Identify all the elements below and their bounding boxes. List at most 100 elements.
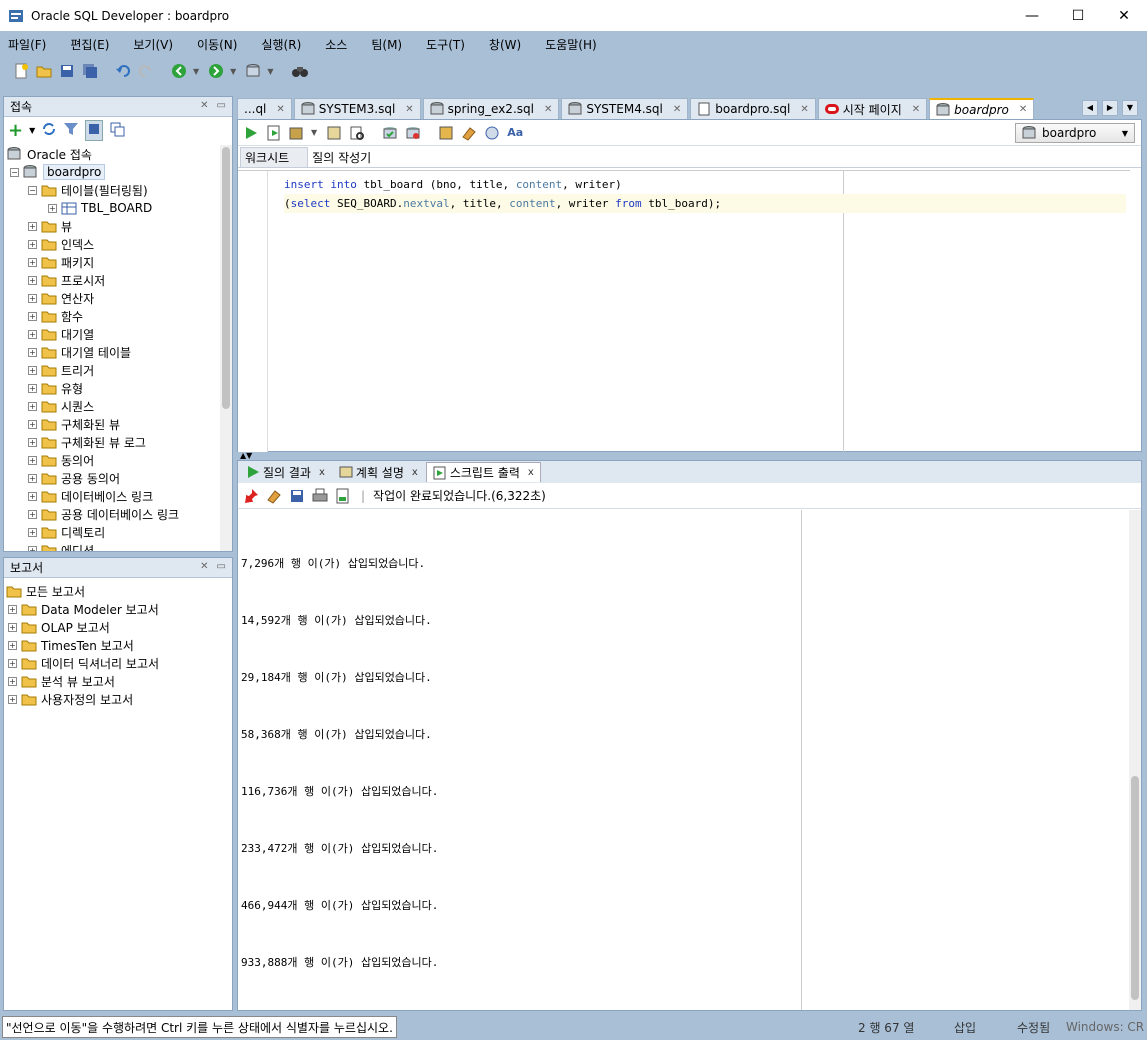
redo-icon[interactable] bbox=[137, 62, 155, 80]
expand-icon[interactable]: + bbox=[48, 203, 57, 213]
code-editor[interactable]: insert into tbl_board (bno, title, conte… bbox=[238, 170, 1130, 452]
open-folder-icon[interactable] bbox=[35, 62, 53, 80]
close-icon[interactable]: ✕ bbox=[673, 104, 681, 115]
collapse-icon[interactable]: − bbox=[10, 167, 19, 177]
tab-query-result[interactable]: 질의 결과 x bbox=[240, 462, 331, 482]
minimize-button[interactable]: — bbox=[1009, 0, 1055, 31]
find-binoculars-icon[interactable] bbox=[291, 62, 309, 80]
tree-node-oracle-connections[interactable]: Oracle 접속 bbox=[4, 145, 220, 163]
tree-node-folder[interactable]: + 시퀀스 bbox=[4, 397, 220, 415]
close-icon[interactable]: ✕ bbox=[912, 104, 920, 115]
expand-icon[interactable]: + bbox=[28, 401, 37, 411]
autotrace-icon[interactable] bbox=[288, 124, 306, 142]
refresh-icon[interactable] bbox=[41, 121, 57, 140]
connections-scrollbar[interactable] bbox=[220, 145, 232, 551]
tab-scroll-left-icon[interactable]: ◀ bbox=[1082, 100, 1098, 116]
tree-node-folder[interactable]: + 데이터베이스 링크 bbox=[4, 487, 220, 505]
menu-run[interactable]: 실행(R) bbox=[257, 34, 305, 55]
save-icon[interactable] bbox=[288, 487, 306, 505]
menu-navigate[interactable]: 이동(N) bbox=[193, 34, 241, 55]
expand-icon[interactable]: + bbox=[28, 455, 37, 465]
sql-history-icon[interactable] bbox=[437, 124, 455, 142]
tree-node-report[interactable]: + 분석 뷰 보고서 bbox=[4, 672, 232, 690]
save-icon[interactable] bbox=[58, 62, 76, 80]
sql-dropdown-icon[interactable]: ▼ bbox=[267, 67, 273, 76]
document-tab[interactable]: SYSTEM4.sql ✕ bbox=[561, 98, 689, 119]
menu-view[interactable]: 보기(V) bbox=[129, 34, 177, 55]
tree-node-folder[interactable]: + 트리거 bbox=[4, 361, 220, 379]
save-all-icon[interactable] bbox=[81, 62, 99, 80]
tree-node-folder[interactable]: + 공용 동의어 bbox=[4, 469, 220, 487]
expand-icon[interactable]: + bbox=[28, 437, 37, 447]
expand-icon[interactable]: + bbox=[28, 293, 37, 303]
expand-icon[interactable]: + bbox=[28, 491, 37, 501]
expand-icon[interactable]: + bbox=[28, 275, 37, 285]
close-icon[interactable]: ✕ bbox=[800, 104, 808, 115]
buffer-size-icon[interactable] bbox=[334, 487, 352, 505]
expand-icon[interactable]: + bbox=[8, 694, 17, 704]
tree-node-folder[interactable]: + 프로시저 bbox=[4, 271, 220, 289]
close-button[interactable]: ✕ bbox=[1101, 0, 1147, 31]
tab-scroll-right-icon[interactable]: ▶ bbox=[1102, 100, 1118, 116]
document-tab[interactable]: ...ql ✕ bbox=[237, 98, 292, 119]
tree-node-tables[interactable]: − 테이블(필터링됨) bbox=[4, 181, 220, 199]
tab-query-builder[interactable]: 질의 작성기 bbox=[308, 147, 389, 167]
tab-list-icon[interactable]: ▼ bbox=[1122, 100, 1138, 116]
autotrace-dropdown-icon[interactable]: ▼ bbox=[311, 128, 317, 137]
back-dropdown-icon[interactable]: ▼ bbox=[193, 67, 199, 76]
tree-node-all-reports[interactable]: 모든 보고서 bbox=[4, 582, 232, 600]
sql-tuning-icon[interactable] bbox=[348, 124, 366, 142]
expand-icon[interactable]: + bbox=[28, 419, 37, 429]
run-script-icon[interactable] bbox=[265, 124, 283, 142]
expand-icon[interactable]: + bbox=[8, 604, 17, 614]
expand-icon[interactable]: + bbox=[28, 221, 37, 231]
collapse-icon[interactable]: − bbox=[28, 185, 37, 195]
close-icon[interactable]: ✕ bbox=[405, 104, 413, 115]
expand-icon[interactable]: + bbox=[8, 622, 17, 632]
tree-node-tbl-board[interactable]: + TBL_BOARD bbox=[4, 199, 220, 217]
tree-node-folder[interactable]: + 동의어 bbox=[4, 451, 220, 469]
tree-node-folder[interactable]: + 공용 데이터베이스 링크 bbox=[4, 505, 220, 523]
run-statement-icon[interactable] bbox=[242, 124, 260, 142]
pin-icon[interactable] bbox=[242, 487, 260, 505]
expand-icon[interactable]: + bbox=[28, 365, 37, 375]
tree-node-folder[interactable]: + 구체화된 뷰 bbox=[4, 415, 220, 433]
tree-node-boardpro[interactable]: − boardpro bbox=[4, 163, 220, 181]
new-file-icon[interactable] bbox=[12, 62, 30, 80]
tree-node-folder[interactable]: + 연산자 bbox=[4, 289, 220, 307]
add-connection-icon[interactable]: + bbox=[8, 120, 23, 141]
expand-icon[interactable]: + bbox=[28, 473, 37, 483]
tree-node-folder[interactable]: + 함수 bbox=[4, 307, 220, 325]
tree-node-folder[interactable]: + 디렉토리 bbox=[4, 523, 220, 541]
tree-node-folder[interactable]: + 인덱스 bbox=[4, 235, 220, 253]
tree-node-report[interactable]: + 사용자정의 보고서 bbox=[4, 690, 232, 708]
explain-plan-icon[interactable] bbox=[325, 124, 343, 142]
panel-minimize-icon[interactable]: ▭ bbox=[217, 561, 226, 572]
panel-close-icon[interactable]: ✕ bbox=[200, 561, 208, 572]
tree-node-folder[interactable]: + 패키지 bbox=[4, 253, 220, 271]
tree-node-report[interactable]: + TimesTen 보고서 bbox=[4, 636, 232, 654]
expand-icon[interactable]: + bbox=[28, 329, 37, 339]
expand-icon[interactable]: + bbox=[8, 640, 17, 650]
tree-node-folder[interactable]: + 에디션 bbox=[4, 541, 220, 551]
panel-close-icon[interactable]: ✕ bbox=[200, 100, 208, 111]
tree-node-report[interactable]: + 데이터 딕셔너리 보고서 bbox=[4, 654, 232, 672]
undo-icon[interactable] bbox=[114, 62, 132, 80]
menu-file[interactable]: 파일(F) bbox=[4, 34, 50, 55]
expand-icon[interactable]: + bbox=[28, 527, 37, 537]
menu-source[interactable]: 소스 bbox=[321, 34, 351, 55]
document-tab[interactable]: SYSTEM3.sql ✕ bbox=[293, 98, 421, 119]
expand-icon[interactable]: + bbox=[28, 239, 37, 249]
expand-icon[interactable]: + bbox=[28, 257, 37, 267]
menu-edit[interactable]: 편집(E) bbox=[66, 34, 113, 55]
expand-icon[interactable]: + bbox=[28, 347, 37, 357]
expand-icon[interactable]: + bbox=[8, 676, 17, 686]
expand-icon[interactable]: + bbox=[28, 311, 37, 321]
expand-icon[interactable]: + bbox=[8, 658, 17, 668]
back-icon[interactable] bbox=[170, 62, 188, 80]
document-tab[interactable]: boardpro ✕ bbox=[929, 98, 1035, 119]
forward-dropdown-icon[interactable]: ▼ bbox=[230, 67, 236, 76]
menu-tools[interactable]: 도구(T) bbox=[422, 34, 469, 55]
commit-icon[interactable] bbox=[381, 124, 399, 142]
expand-icon[interactable]: + bbox=[28, 545, 37, 551]
